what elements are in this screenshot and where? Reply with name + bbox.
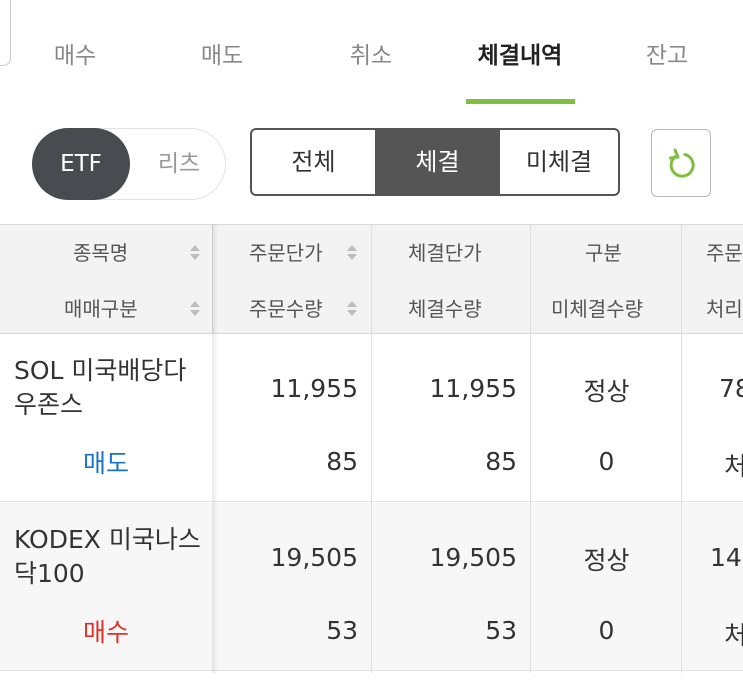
unfilled-qty: 0 <box>598 447 615 476</box>
unfilled-qty: 0 <box>598 616 615 645</box>
header-trade-type[interactable]: 매매구분 <box>64 293 138 322</box>
column-divider <box>681 224 682 673</box>
header-order-qty[interactable]: 주문수량 <box>249 293 323 322</box>
refresh-button[interactable] <box>651 129 711 197</box>
header-process-col: 처리 <box>706 297 743 321</box>
header-unfilled-qty: 미체결수량 <box>551 297 643 321</box>
column-divider <box>371 224 372 503</box>
col5-status: 처 <box>724 452 743 481</box>
order-qty: 53 <box>326 616 358 645</box>
frozen-column-shadow <box>212 224 218 673</box>
filter-executed[interactable]: 체결 <box>375 130 500 194</box>
refresh-icon <box>669 148 695 178</box>
order-status: 정상 <box>583 546 630 575</box>
header-stock-name[interactable]: 종목명 <box>73 237 128 266</box>
toggle-reits[interactable]: 리츠 <box>133 129 225 199</box>
trade-type: 매도 <box>82 449 129 478</box>
header-order-price[interactable]: 주문단가 <box>249 237 323 266</box>
exec-qty: 53 <box>485 616 517 645</box>
filter-all[interactable]: 전체 <box>252 130 375 194</box>
tab-balance[interactable]: 잔고 <box>646 38 688 74</box>
header-exec-price: 체결단가 <box>408 241 482 265</box>
stock-name: KODEX 미국나스닥100 <box>14 525 201 588</box>
toggle-etf[interactable]: ETF <box>32 128 130 200</box>
header-order-col: 주문 <box>706 241 743 265</box>
header-category: 구분 <box>585 241 622 265</box>
active-tab-indicator <box>466 99 575 104</box>
order-price: 19,505 <box>270 543 358 572</box>
sort-icon[interactable] <box>347 301 357 317</box>
header-exec-qty: 체결수량 <box>408 297 482 321</box>
order-price: 11,955 <box>270 374 358 403</box>
column-divider <box>530 224 531 673</box>
execution-filter: 전체 체결 미체결 <box>250 128 620 196</box>
sort-icon[interactable] <box>190 301 200 317</box>
exec-price: 19,505 <box>429 543 517 572</box>
tab-buy[interactable]: 매수 <box>54 38 96 74</box>
col5-value: 78 <box>719 374 743 403</box>
filter-unexecuted[interactable]: 미체결 <box>500 130 618 194</box>
trade-type: 매수 <box>82 618 129 647</box>
tab-bar: 매수 매도 취소 체결내역 잔고 <box>0 0 743 104</box>
exec-price: 11,955 <box>429 374 517 403</box>
sort-icon[interactable] <box>347 245 357 261</box>
tab-cancel[interactable]: 취소 <box>350 38 392 74</box>
exec-qty: 85 <box>485 447 517 476</box>
tab-execution-history[interactable]: 체결내역 <box>478 38 563 74</box>
order-qty: 85 <box>326 447 358 476</box>
col5-status: 처 <box>724 621 743 650</box>
stock-name: SOL 미국배당다우존스 <box>14 356 187 419</box>
column-divider <box>371 503 372 673</box>
asset-type-toggle: ETF 리츠 <box>32 128 226 200</box>
col5-value: 14 <box>710 543 742 572</box>
tab-sell[interactable]: 매도 <box>201 38 243 74</box>
sort-icon[interactable] <box>190 245 200 261</box>
order-status: 정상 <box>583 377 630 406</box>
